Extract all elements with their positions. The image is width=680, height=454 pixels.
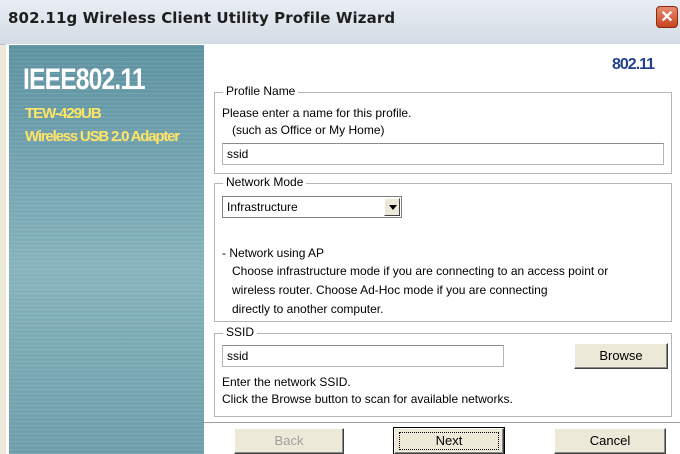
close-icon[interactable]: ✕ (656, 6, 678, 28)
cancel-button[interactable]: Cancel (554, 428, 666, 454)
browse-button[interactable]: Browse (574, 343, 668, 369)
footer-separator (204, 422, 680, 423)
header-logo: 802.11 (612, 56, 655, 73)
next-button[interactable]: Next (393, 427, 505, 454)
window-title: 802.11g Wireless Client Utility Profile … (8, 9, 396, 27)
title-bar: 802.11g Wireless Client Utility Profile … (0, 0, 680, 45)
network-mode-select[interactable]: Infrastructure (222, 196, 402, 218)
sidebar-banner: IEEE802.11 TEW-429UB Wireless USB 2.0 Ad… (9, 45, 204, 454)
ssid-legend: SSID (223, 325, 258, 339)
profile-name-example: (such as Office or My Home) (232, 123, 385, 137)
ssid-input[interactable]: ssid (222, 345, 504, 367)
back-button[interactable]: Back (234, 428, 344, 454)
profile-name-instruction: Please enter a name for this profile. (222, 106, 412, 120)
profile-name-input[interactable]: ssid (222, 143, 664, 165)
profile-name-legend: Profile Name (223, 84, 299, 98)
sidebar-description: Wireless USB 2.0 Adapter (25, 128, 180, 145)
focus-ring (399, 432, 499, 450)
ssid-help-line2: Click the Browse button to scan for avai… (222, 392, 513, 406)
network-mode-desc-line1: Choose infrastructure mode if you are co… (232, 264, 609, 278)
network-mode-desc-title: - Network using AP (222, 246, 325, 260)
sidebar-model: TEW-429UB (25, 105, 102, 122)
network-mode-desc-line2: wireless router. Choose Ad-Hoc mode if y… (232, 283, 548, 297)
network-mode-value: Infrastructure (227, 200, 298, 214)
ssid-help-line1: Enter the network SSID. (222, 375, 351, 389)
sidebar-brand: IEEE802.11 (23, 63, 146, 96)
network-mode-desc-line3: directly to another computer. (232, 302, 384, 316)
chevron-down-icon (389, 205, 397, 210)
network-mode-legend: Network Mode (223, 175, 307, 189)
dropdown-button[interactable] (384, 198, 400, 216)
